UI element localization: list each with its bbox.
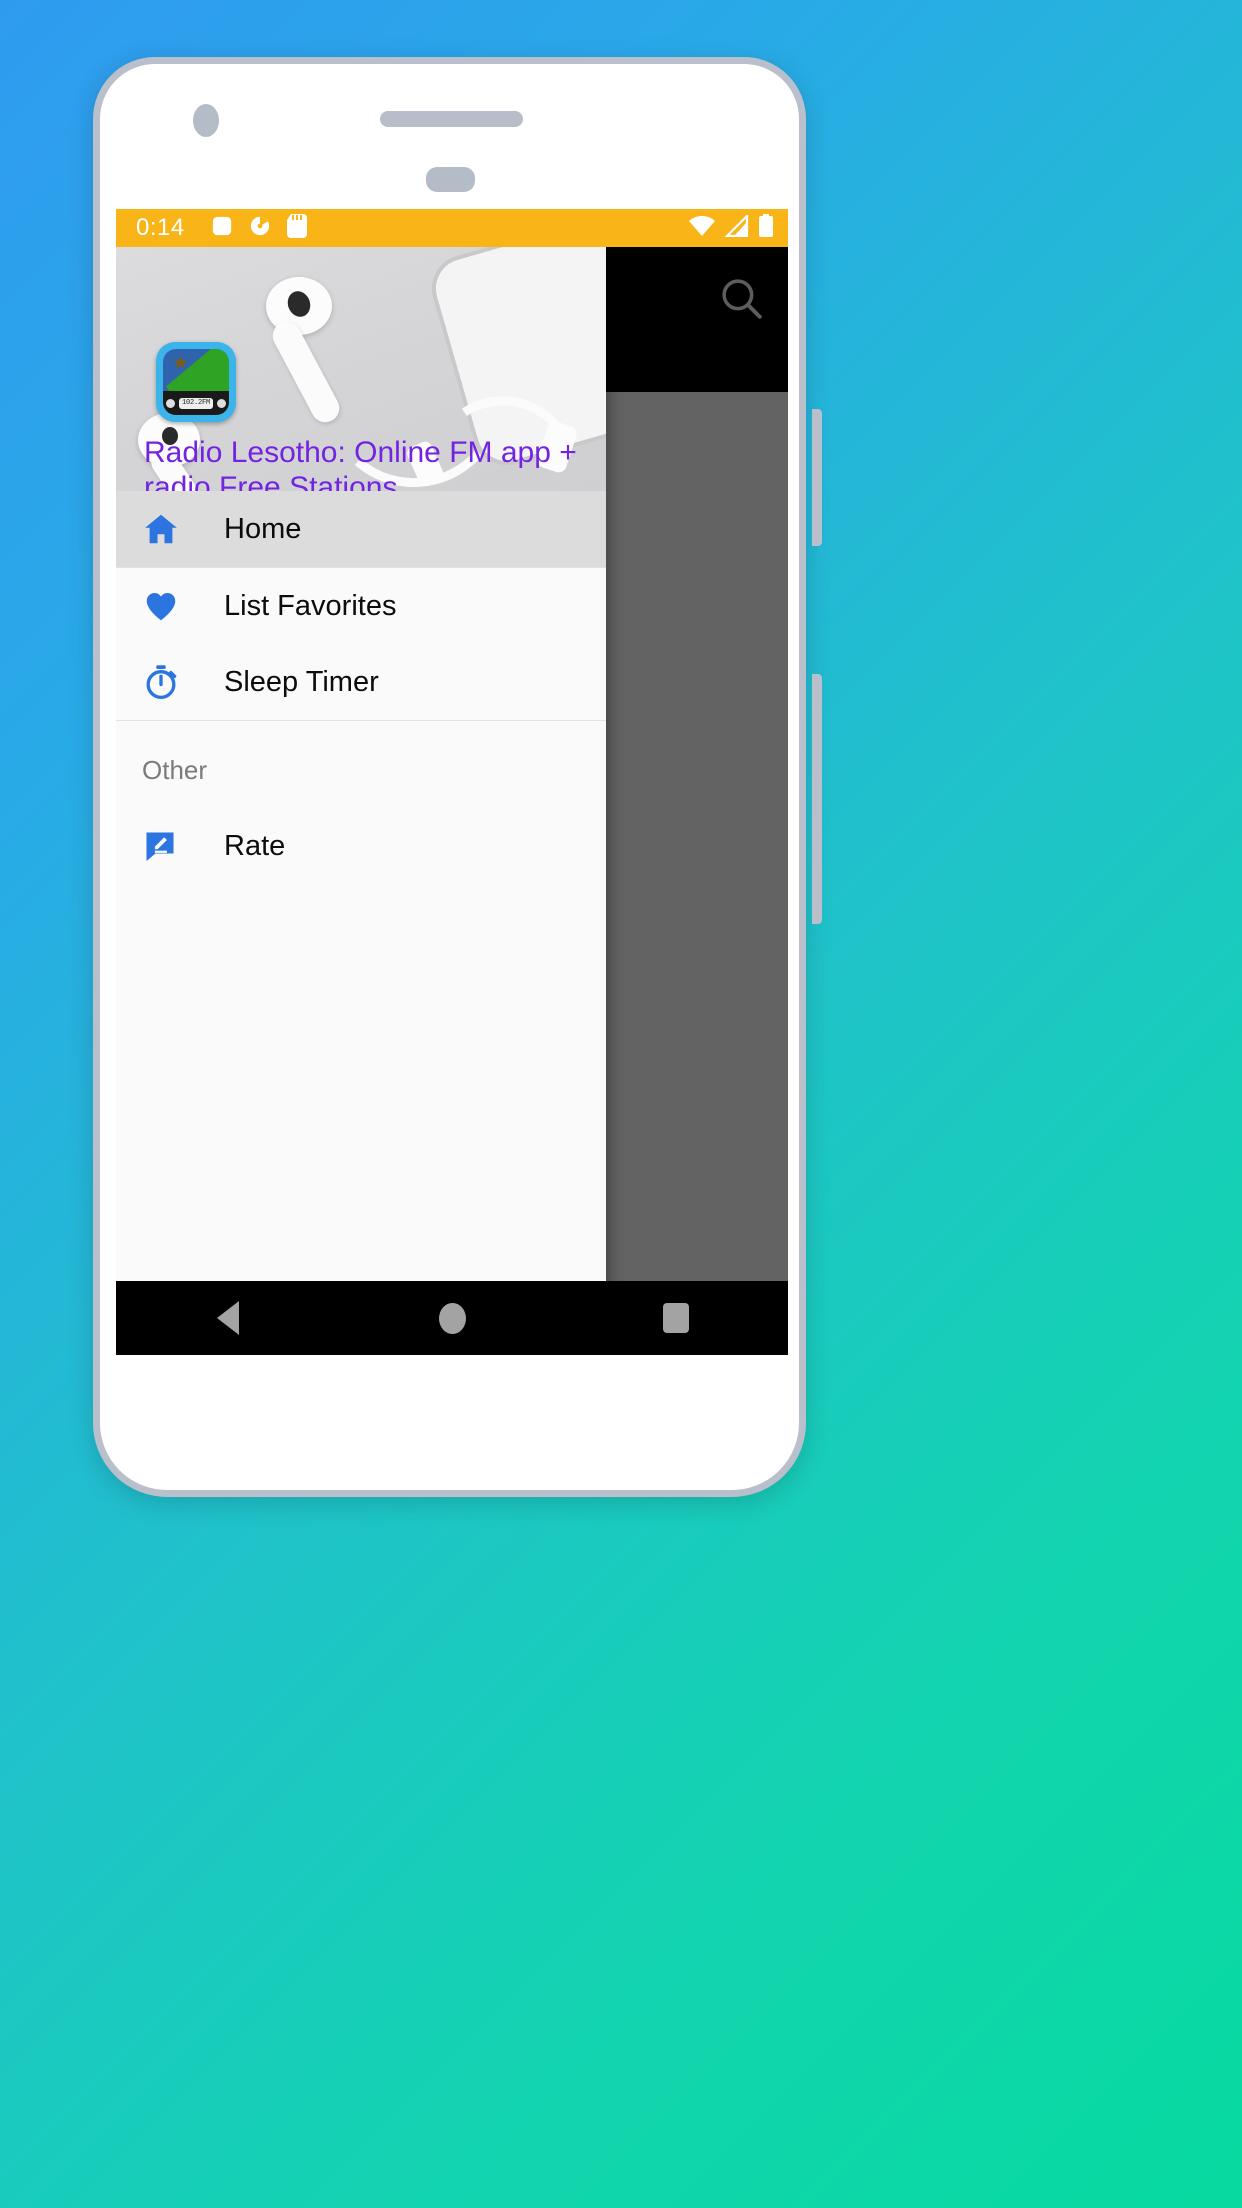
drawer-menu: Home List Favorites Sleep Timer Other Ra… — [116, 491, 606, 884]
recents-square-icon — [663, 1303, 689, 1333]
sidebar-item-home-label: Home — [224, 512, 302, 545]
home-button[interactable] — [340, 1302, 564, 1334]
cellular-signal-icon — [724, 212, 749, 242]
volume-rocker-button[interactable] — [812, 409, 822, 546]
sidebar-item-list-favorites-label: List Favorites — [224, 589, 397, 622]
stopwatch-icon — [142, 663, 198, 701]
status-bar-system-icons — [688, 212, 774, 243]
earpiece-speaker-icon — [380, 111, 523, 127]
phone-frame: 0:14 ★ 102.2FM Radio Lesotho: Online FM … — [93, 57, 822, 1497]
status-bar: 0:14 — [116, 209, 788, 247]
sidebar-item-rate[interactable]: Rate — [116, 808, 606, 884]
sidebar-item-home[interactable]: Home — [116, 491, 606, 567]
app-icon-inner: ★ 102.2FM — [163, 349, 229, 415]
status-bar-clock: 0:14 — [136, 214, 185, 241]
search-icon[interactable] — [716, 273, 766, 323]
sidebar-item-rate-label: Rate — [224, 829, 286, 862]
power-button[interactable] — [812, 674, 822, 924]
phone-screen: 0:14 ★ 102.2FM Radio Lesotho: Online FM … — [116, 209, 788, 1355]
home-circle-icon — [438, 1302, 466, 1334]
app-icon-radio-panel: 102.2FM — [163, 391, 229, 415]
wifi-icon — [688, 215, 716, 242]
back-button[interactable] — [116, 1301, 340, 1335]
sidebar-item-list-favorites[interactable]: List Favorites — [116, 568, 606, 644]
pie-notification-icon — [249, 215, 271, 242]
blank-notification-icon — [211, 215, 233, 242]
drawer-section-title: Other — [142, 755, 208, 785]
home-icon — [142, 510, 198, 548]
app-icon-knob-right — [217, 398, 226, 408]
front-camera-icon — [193, 104, 219, 137]
app-icon-knob-left — [165, 398, 175, 408]
sidebar-item-sleep-timer-label: Sleep Timer — [224, 665, 379, 698]
status-bar-notification-icons — [211, 213, 307, 243]
rate-review-icon — [142, 828, 198, 864]
sensor-icon — [426, 167, 475, 192]
battery-full-icon — [758, 213, 774, 243]
heart-icon — [142, 587, 198, 625]
sidebar-item-sleep-timer[interactable]: Sleep Timer — [116, 644, 606, 720]
navigation-drawer: ★ 102.2FM Radio Lesotho: Online FM app +… — [116, 247, 606, 1355]
back-triangle-icon — [217, 1301, 239, 1335]
android-navigation-bar — [116, 1281, 788, 1355]
sd-card-icon — [286, 213, 307, 243]
mokorotlo-emblem-icon: ★ — [172, 353, 190, 374]
drawer-app-title: Radio Lesotho: Online FM app + radio Fre… — [144, 436, 577, 491]
app-icon-frequency-display: 102.2FM — [178, 397, 213, 409]
drawer-header[interactable]: ★ 102.2FM Radio Lesotho: Online FM app +… — [116, 247, 606, 491]
radio-lesotho-app-icon: ★ 102.2FM — [156, 342, 236, 422]
recents-button[interactable] — [564, 1303, 788, 1333]
